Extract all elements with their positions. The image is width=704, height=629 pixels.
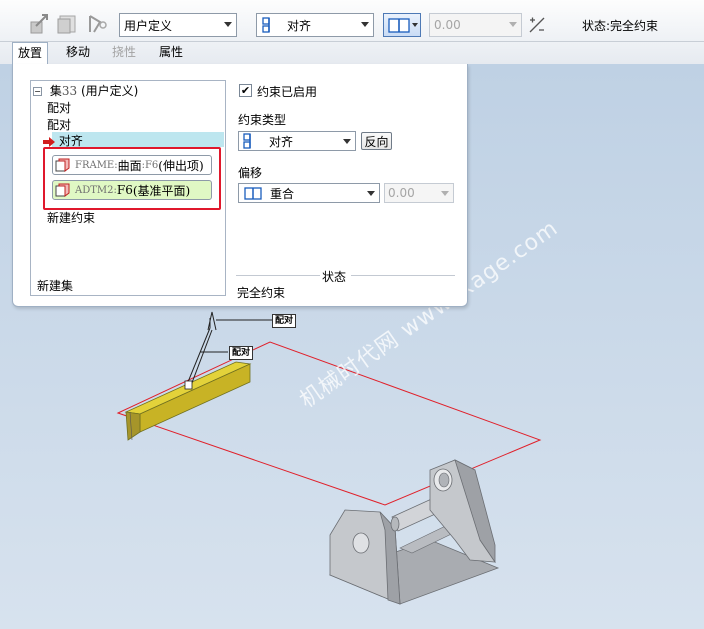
ref-frame-prefix: FRAME: xyxy=(75,159,118,171)
ref-datum-detail: (基准平面) xyxy=(132,183,191,198)
set-paren: (用户定义) xyxy=(80,84,139,98)
constraint-type-value: 对齐 xyxy=(269,134,294,149)
chevron-down-icon xyxy=(412,23,418,27)
surface-ref-icon xyxy=(55,158,70,172)
status-section-header: 状态 xyxy=(322,270,347,284)
chevron-down-icon xyxy=(361,22,369,27)
offset-type-select[interactable]: 重合 xyxy=(238,183,380,203)
constraint-select[interactable]: 对齐 xyxy=(256,13,374,37)
tab-placement[interactable]: 放置 xyxy=(12,42,48,64)
ref-datum-prefix: ADTM2: xyxy=(75,184,117,196)
coincident-icon xyxy=(244,186,262,200)
offset-value-field[interactable]: 0.00 xyxy=(384,183,454,203)
offset-value: 0.00 xyxy=(434,18,461,32)
dashboard-toolbar: 用户定义 对齐 0.00 状态:完全约束 xyxy=(0,0,704,42)
ref-chip-frame[interactable]: FRAME: 曲面:F6 (伸出项) xyxy=(52,155,212,175)
offset-type-button[interactable] xyxy=(383,13,421,37)
ref-frame-detail: (伸出项) xyxy=(158,158,204,173)
chevron-down-icon xyxy=(367,191,375,196)
ref-frame-main: 曲面 xyxy=(117,158,142,173)
tree-item-align-label: 对齐 xyxy=(58,134,83,148)
chevron-down-icon xyxy=(224,22,232,27)
ref-frame-suffix: :F6 xyxy=(141,159,159,171)
set-type-select[interactable]: 用户定义 xyxy=(119,13,237,37)
offset-number: 0.00 xyxy=(388,186,415,200)
offset-type-value: 重合 xyxy=(270,186,295,201)
collapse-icon[interactable]: − xyxy=(33,87,42,96)
set-header[interactable]: − 集33 (用户定义) xyxy=(33,82,138,99)
separate-window-icon[interactable] xyxy=(55,12,79,36)
constraint-tag-mate-2[interactable]: 配对 xyxy=(229,346,254,360)
tab-move[interactable]: 移动 xyxy=(60,42,96,64)
flip-direction-icon[interactable] xyxy=(529,17,545,33)
tree-item-mate-2[interactable]: 配对 xyxy=(47,116,71,133)
chevron-down-icon xyxy=(441,191,449,196)
chevron-down-icon xyxy=(509,22,517,27)
set-type-value: 用户定义 xyxy=(124,18,173,33)
offset-value-input[interactable]: 0.00 xyxy=(429,13,522,37)
placement-panel: − 集33 (用户定义) 配对 配对 对齐 新建约束 新建集 FRAME: 曲面:… xyxy=(12,64,468,307)
dashboard-tabs: 放置 移动 挠性 属性 xyxy=(0,42,704,64)
set-label: 集 xyxy=(49,84,62,98)
datum-plane-icon xyxy=(55,183,70,197)
status-divider-left xyxy=(236,275,320,276)
arrow-right-icon xyxy=(43,136,55,147)
flip-button[interactable]: 反向 xyxy=(361,132,392,150)
mechanism-icon[interactable] xyxy=(86,12,110,36)
constraint-type-label: 约束类型 xyxy=(238,113,287,127)
chevron-down-icon xyxy=(343,139,351,144)
status-value: 完全约束 xyxy=(237,286,286,300)
align-constraint-icon xyxy=(262,17,270,33)
tab-properties[interactable]: 属性 xyxy=(153,42,189,64)
checkmark-icon: ✔ xyxy=(240,84,251,97)
constraint-type-select[interactable]: 对齐 xyxy=(238,131,356,151)
status-label: 状态:完全约束 xyxy=(582,19,659,33)
status-divider-right xyxy=(351,275,455,276)
constraint-value: 对齐 xyxy=(287,18,312,33)
offset-label: 偏移 xyxy=(238,166,263,180)
new-set-link[interactable]: 新建集 xyxy=(37,277,73,294)
ref-chip-datum[interactable]: ADTM2: F6 (基准平面) xyxy=(52,180,212,200)
constraint-tag-mate-1[interactable]: 配对 xyxy=(272,314,297,328)
set-number: 33 xyxy=(61,84,78,98)
align-constraint-icon xyxy=(243,133,251,149)
constraint-enabled-label: 约束已启用 xyxy=(257,85,318,99)
new-constraint-link[interactable]: 新建约束 xyxy=(47,209,95,226)
ref-datum-main: F6 xyxy=(116,183,133,197)
coincident-icon xyxy=(388,18,410,33)
tab-flexibility[interactable]: 挠性 xyxy=(106,42,142,64)
placement-icon[interactable] xyxy=(28,12,52,36)
tree-item-mate-1[interactable]: 配对 xyxy=(47,99,71,116)
constraint-enabled-checkbox[interactable]: ✔ xyxy=(239,84,252,97)
